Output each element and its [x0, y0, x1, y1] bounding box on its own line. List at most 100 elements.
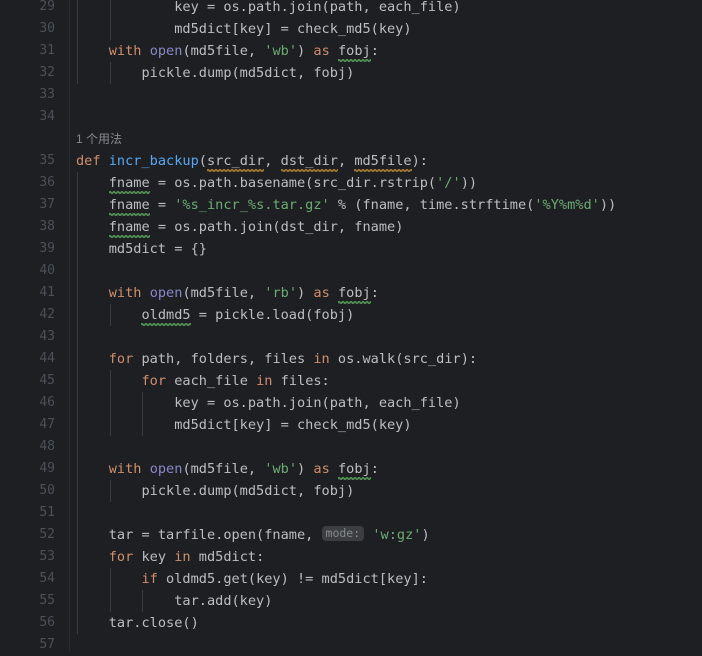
- code-line-40[interactable]: [76, 260, 84, 282]
- line-number[interactable]: 34: [3, 106, 55, 128]
- line-number[interactable]: 49: [3, 458, 55, 480]
- token-keyword-with: with: [108, 461, 142, 477]
- code-line-31[interactable]: with open(md5file, 'wb') as fobj:: [76, 40, 379, 62]
- code-line-42[interactable]: oldmd5 = pickle.load(fobj): [76, 304, 354, 326]
- token-text: key: [133, 549, 175, 565]
- line-number[interactable]: 55: [3, 590, 55, 612]
- line-number[interactable]: 44: [3, 348, 55, 370]
- line-number[interactable]: 53: [3, 546, 55, 568]
- code-line-54[interactable]: if oldmd5.get(key) != md5dict[key]:: [76, 568, 427, 590]
- code-line-36[interactable]: fname = os.path.basename(src_dir.rstrip(…: [76, 172, 477, 194]
- code-line-48[interactable]: [76, 436, 84, 458]
- editor-gutter[interactable]: 29 30 31 32 33 34 35 36 37 38 39 40 41 4…: [0, 0, 70, 652]
- token-function-name: incr_backup: [108, 153, 199, 169]
- code-line-33[interactable]: [76, 84, 84, 106]
- line-number[interactable]: 52: [3, 524, 55, 546]
- line-number[interactable]: 51: [3, 502, 55, 524]
- token-warning-fobj: fobj: [337, 461, 371, 477]
- line-number[interactable]: 56: [3, 612, 55, 634]
- inlay-hint-mode[interactable]: mode:: [321, 526, 365, 541]
- line-number[interactable]: 31: [3, 40, 55, 62]
- line-number[interactable]: 33: [3, 84, 55, 106]
- token-keyword-in: in: [174, 549, 191, 565]
- line-number[interactable]: 41: [3, 282, 55, 304]
- line-number[interactable]: 39: [3, 238, 55, 260]
- token-text: (md5file,: [182, 43, 265, 59]
- code-line-37[interactable]: fname = '%s_incr_%s.tar.gz' % (fname, ti…: [76, 194, 616, 216]
- token-text: ): [297, 461, 314, 477]
- token-string: 'rb': [264, 285, 298, 301]
- line-number[interactable]: 35: [3, 150, 55, 172]
- token-keyword-for: for: [141, 373, 167, 389]
- line-number[interactable]: 30: [3, 18, 55, 40]
- line-number[interactable]: 43: [3, 326, 55, 348]
- code-line-51[interactable]: [76, 502, 84, 524]
- code-line-56[interactable]: tar.close(): [76, 612, 199, 634]
- code-content[interactable]: 1 个用法 key = os.path.join(path, each_file…: [70, 0, 702, 651]
- token-text: = pickle.load(fobj): [190, 307, 355, 323]
- code-editor[interactable]: 29 30 31 32 33 34 35 36 37 38 39 40 41 4…: [0, 0, 702, 652]
- code-line-55[interactable]: tar.add(key): [76, 590, 272, 612]
- token-text: )): [460, 175, 478, 191]
- code-line-34[interactable]: [76, 106, 84, 128]
- token-text: pickle.dump(md5dict, fobj): [76, 65, 355, 81]
- line-number[interactable]: 46: [3, 392, 55, 414]
- line-number[interactable]: 40: [3, 260, 55, 282]
- token-keyword-as: as: [313, 461, 330, 477]
- token-text: % (fname, time.strftime(: [329, 197, 535, 213]
- token-text: md5dict[key] = check_md5(key): [76, 417, 412, 433]
- token-text: ,: [264, 153, 281, 169]
- code-line-46[interactable]: key = os.path.join(path, each_file): [76, 392, 460, 414]
- code-line-38[interactable]: fname = os.path.join(dst_dir, fname): [76, 216, 404, 238]
- code-line-35[interactable]: def incr_backup(src_dir, dst_dir, md5fil…: [76, 150, 428, 172]
- code-line-50[interactable]: pickle.dump(md5dict, fobj): [76, 480, 354, 502]
- token-keyword-in: in: [256, 373, 273, 389]
- line-number[interactable]: 38: [3, 216, 55, 238]
- line-number[interactable]: 50: [3, 480, 55, 502]
- line-number[interactable]: 42: [3, 304, 55, 326]
- line-number[interactable]: 37: [3, 194, 55, 216]
- code-line-39[interactable]: md5dict = {}: [76, 238, 207, 260]
- token-text: )): [599, 197, 617, 213]
- line-number[interactable]: 47: [3, 414, 55, 436]
- line-number[interactable]: 48: [3, 436, 55, 458]
- line-number[interactable]: 29: [3, 0, 55, 18]
- line-number[interactable]: 36: [3, 172, 55, 194]
- token-text: ): [297, 43, 314, 59]
- code-line-30[interactable]: md5dict[key] = check_md5(key): [76, 18, 412, 40]
- token-text: md5dict[key] = check_md5(key): [76, 21, 412, 37]
- code-line-53[interactable]: for key in md5dict:: [76, 546, 265, 568]
- token-text: :: [370, 43, 379, 59]
- code-line-49[interactable]: with open(md5file, 'wb') as fobj:: [76, 458, 379, 480]
- line-number[interactable]: 57: [3, 634, 55, 656]
- token-text: ): [421, 527, 430, 543]
- code-line-43[interactable]: [76, 326, 84, 348]
- code-line-41[interactable]: with open(md5file, 'rb') as fobj:: [76, 282, 379, 304]
- code-line-52[interactable]: tar = tarfile.open(fname, mode: 'w:gz'): [76, 524, 430, 546]
- token-text: (md5file,: [182, 285, 265, 301]
- code-line-44[interactable]: for path, folders, files in os.walk(src_…: [76, 348, 477, 370]
- codelens-usages[interactable]: 1 个用法: [76, 128, 122, 150]
- token-keyword-with: with: [108, 43, 142, 59]
- line-number[interactable]: 54: [3, 568, 55, 590]
- code-line-57[interactable]: [76, 634, 84, 651]
- token-builtin-open: open: [149, 461, 183, 477]
- code-line-32[interactable]: pickle.dump(md5dict, fobj): [76, 62, 354, 84]
- line-number[interactable]: 32: [3, 62, 55, 84]
- code-line-45[interactable]: for each_file in files:: [76, 370, 330, 392]
- code-line-47[interactable]: md5dict[key] = check_md5(key): [76, 414, 412, 436]
- line-number[interactable]: 45: [3, 370, 55, 392]
- token-text: files:: [272, 373, 330, 389]
- code-line-29[interactable]: key = os.path.join(path, each_file): [76, 0, 460, 18]
- token-keyword-for: for: [108, 351, 134, 367]
